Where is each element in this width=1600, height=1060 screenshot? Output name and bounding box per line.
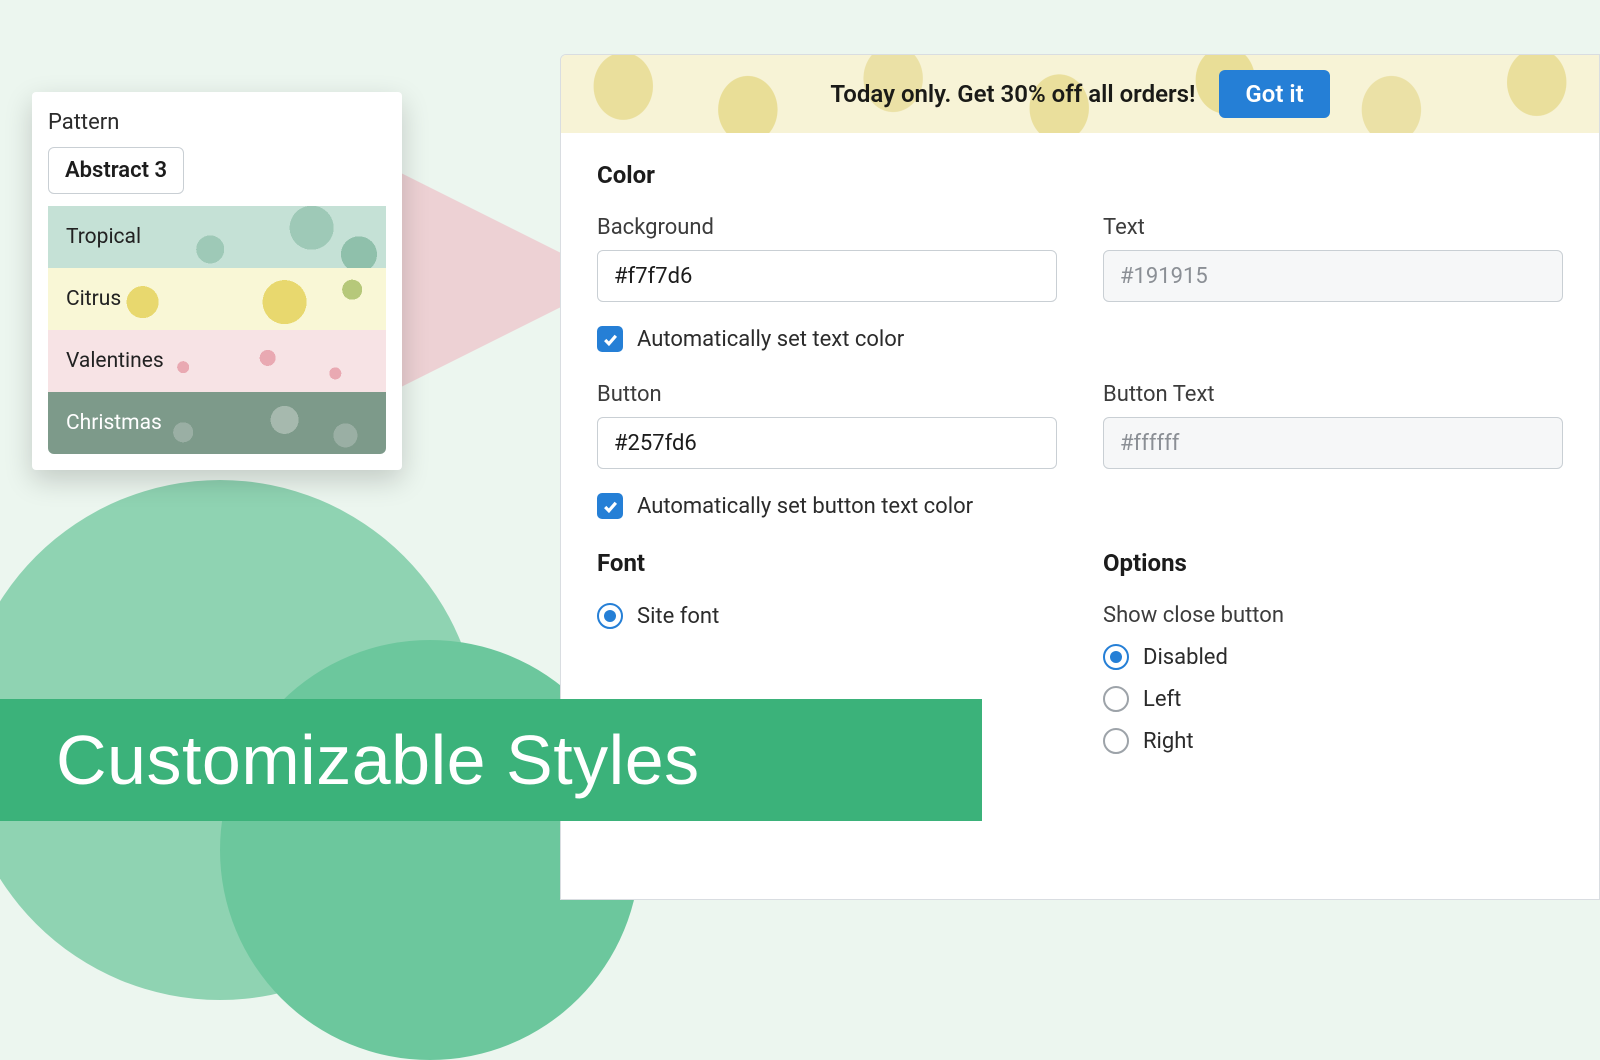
auto-text-checkbox[interactable]: Automatically set text color xyxy=(597,326,1563,352)
pattern-option-citrus[interactable]: Citrus xyxy=(48,268,386,330)
close-disabled-label: Disabled xyxy=(1143,645,1228,670)
auto-button-label: Automatically set button text color xyxy=(637,494,973,519)
background-label: Background xyxy=(597,215,1057,240)
pattern-label: Pattern xyxy=(48,110,386,135)
pattern-option-tropical[interactable]: Tropical xyxy=(48,206,386,268)
button-label: Button xyxy=(597,382,1057,407)
button-text-input xyxy=(1103,417,1563,469)
section-title-options: Options xyxy=(1103,549,1563,577)
checkbox-checked-icon xyxy=(597,326,623,352)
auto-text-label: Automatically set text color xyxy=(637,327,904,352)
close-right-radio[interactable]: Right xyxy=(1103,728,1563,754)
text-input xyxy=(1103,250,1563,302)
background-input[interactable] xyxy=(597,250,1057,302)
font-site-font-radio[interactable]: Site font xyxy=(597,603,1057,629)
pattern-selected[interactable]: Abstract 3 xyxy=(48,147,184,194)
radio-unselected-icon xyxy=(1103,728,1129,754)
close-disabled-radio[interactable]: Disabled xyxy=(1103,644,1563,670)
radio-selected-icon xyxy=(597,603,623,629)
close-button-label: Show close button xyxy=(1103,603,1563,628)
button-text-label: Button Text xyxy=(1103,382,1563,407)
section-title-font: Font xyxy=(597,549,1057,577)
preview-banner: Today only. Get 30% off all orders! Got … xyxy=(561,55,1599,133)
text-label: Text xyxy=(1103,215,1563,240)
radio-selected-icon xyxy=(1103,644,1129,670)
radio-unselected-icon xyxy=(1103,686,1129,712)
section-title-color: Color xyxy=(597,161,1563,189)
checkbox-checked-icon xyxy=(597,493,623,519)
close-left-label: Left xyxy=(1143,687,1181,712)
button-input[interactable] xyxy=(597,417,1057,469)
close-right-label: Right xyxy=(1143,729,1194,754)
close-left-radio[interactable]: Left xyxy=(1103,686,1563,712)
caption-bar: Customizable Styles xyxy=(0,699,982,821)
banner-cta-button[interactable]: Got it xyxy=(1219,70,1329,118)
font-site-font-label: Site font xyxy=(637,604,719,629)
pattern-card: Pattern Abstract 3 Tropical Citrus Valen… xyxy=(32,92,402,470)
pattern-option-christmas[interactable]: Christmas xyxy=(48,392,386,454)
banner-message: Today only. Get 30% off all orders! xyxy=(830,80,1195,108)
auto-button-text-checkbox[interactable]: Automatically set button text color xyxy=(597,493,1563,519)
caption-text: Customizable Styles xyxy=(56,720,700,800)
pattern-option-valentines[interactable]: Valentines xyxy=(48,330,386,392)
